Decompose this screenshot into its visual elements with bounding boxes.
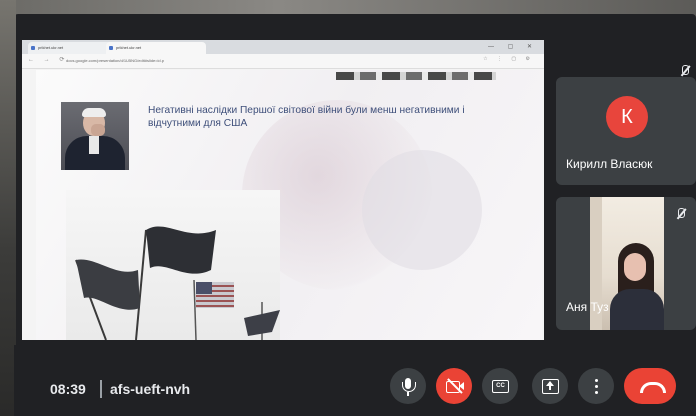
mic-off-icon bbox=[674, 207, 688, 221]
slide-decoration bbox=[362, 150, 482, 270]
meeting-code: afs-ueft-nvh bbox=[110, 381, 191, 397]
leave-call-button[interactable] bbox=[624, 368, 676, 404]
portrait-photo bbox=[61, 102, 129, 170]
divider bbox=[100, 380, 102, 398]
camera-off-button[interactable] bbox=[436, 368, 472, 404]
participant-name: Аня Туз bbox=[566, 300, 609, 314]
slide-header-strip bbox=[336, 72, 496, 80]
present-now-button[interactable] bbox=[532, 368, 568, 404]
url-text[interactable]: docs.google.com/presentation/d/1U5NG/edi… bbox=[66, 57, 266, 65]
participant-name: Кирилл Власюк bbox=[566, 157, 653, 171]
browser-tab[interactable]: prikhet.ukr.net bbox=[28, 42, 112, 54]
mic-off-icon bbox=[678, 64, 692, 78]
flags-photo bbox=[66, 190, 280, 340]
more-options-button[interactable] bbox=[578, 368, 614, 404]
avatar: К bbox=[606, 96, 648, 138]
browser-toolbar-icons[interactable]: ☆ ⋮ ▢ ⚙ bbox=[483, 56, 534, 62]
flags-illustration bbox=[75, 226, 280, 340]
address-bar[interactable]: ← → ⟳ docs.google.com/presentation/d/1U5… bbox=[22, 54, 544, 69]
nav-buttons-icon[interactable]: ← → ⟳ bbox=[28, 56, 68, 63]
participant-tile[interactable]: Аня Туз bbox=[556, 197, 696, 330]
slide-text: Негативні наслідки Першої світової війни… bbox=[148, 105, 465, 129]
browser-tab-bar: prikhet.ukr.net prikhet.ukr.net — ▢ ✕ bbox=[22, 40, 544, 54]
shared-screen: prikhet.ukr.net prikhet.ukr.net — ▢ ✕ ← … bbox=[22, 40, 544, 340]
participant-tile[interactable]: К Кирилл Власюк bbox=[556, 77, 696, 185]
captions-button[interactable]: CC bbox=[482, 368, 518, 404]
meeting-time: 08:39 bbox=[50, 381, 86, 397]
browser-tab-label: prikhet.ukr.net bbox=[38, 45, 64, 50]
microphone-button[interactable] bbox=[390, 368, 426, 404]
favicon-icon bbox=[109, 46, 113, 50]
favicon-icon bbox=[31, 46, 35, 50]
presentation-slide: Негативні наслідки Першої світової війни… bbox=[36, 70, 542, 340]
browser-tab-active[interactable]: prikhet.ukr.net bbox=[106, 42, 206, 54]
window-controls[interactable]: — ▢ ✕ bbox=[488, 43, 538, 50]
browser-tab-label: prikhet.ukr.net bbox=[116, 45, 142, 50]
